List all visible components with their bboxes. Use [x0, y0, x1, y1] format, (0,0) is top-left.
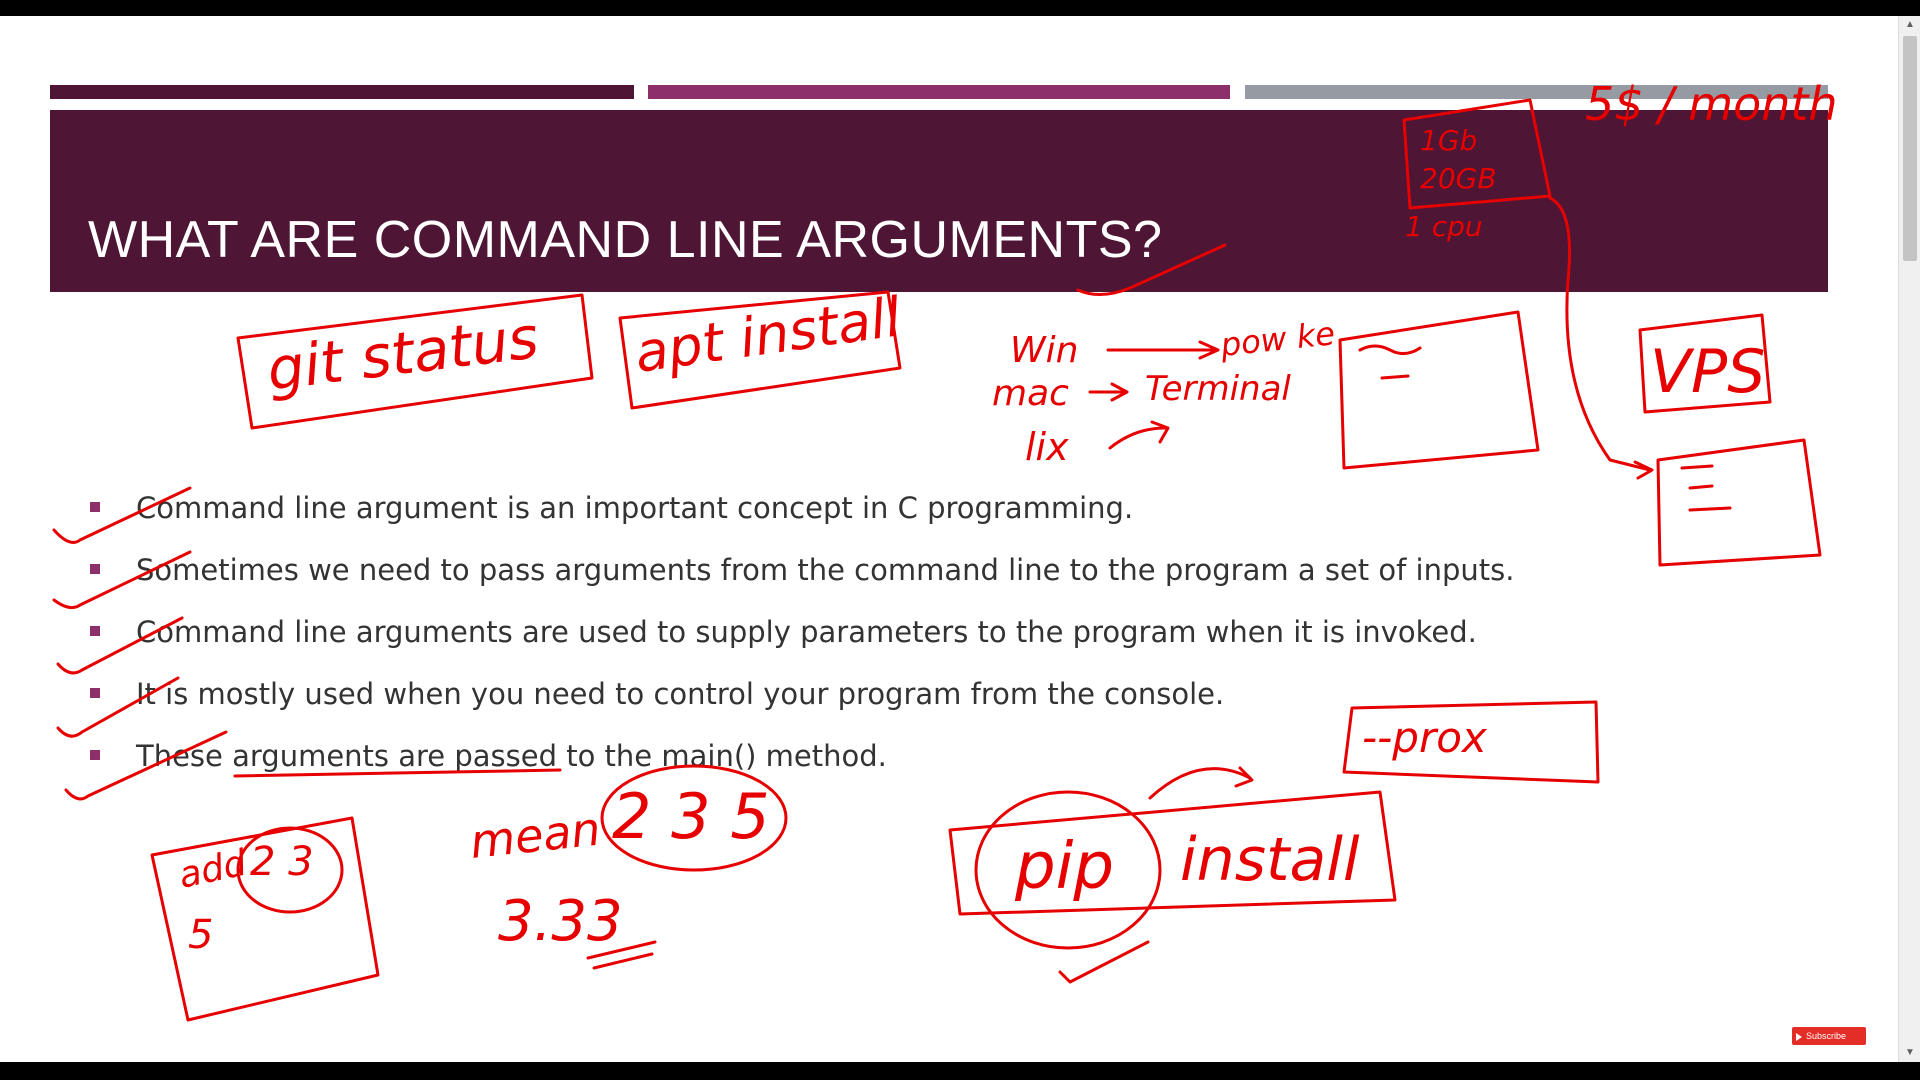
ink-terminal-lines [1358, 344, 1422, 380]
scroll-down-icon[interactable]: ▼ [1899, 1044, 1920, 1062]
bullet-marker-icon [90, 626, 100, 636]
bullet-text: It is mostly used when you need to contr… [136, 677, 1225, 711]
ink-arrow-mac [1088, 382, 1129, 402]
stripe-gray [1245, 85, 1828, 99]
bullet-marker-icon [90, 750, 100, 760]
ink-server-lines [1680, 464, 1732, 512]
slide-title: WHAT ARE COMMAND LINE ARGUMENTS? [88, 211, 1163, 269]
bullet-item: These arguments are passed to the main()… [88, 734, 1588, 796]
subscribe-button[interactable]: Subscribe [1792, 1027, 1866, 1045]
ink-circle-add [236, 826, 344, 914]
ink-powershell: pow ke [1218, 314, 1337, 364]
bullet-text: Command line arguments are used to suppl… [136, 615, 1477, 649]
ink-mean: mean [468, 802, 603, 869]
scroll-thumb[interactable] [1903, 36, 1917, 261]
ink-linux: lix [1025, 425, 1069, 469]
bullet-marker-icon [90, 564, 100, 574]
ink-box-terminal [1338, 310, 1540, 470]
ink-arrow-win [1106, 340, 1220, 360]
ink-box-vps [1638, 313, 1772, 414]
ink-add-result: 5 [188, 912, 213, 958]
stripe-dark [50, 85, 634, 99]
window-top-bar [0, 0, 1920, 16]
scroll-up-icon[interactable]: ▲ [1899, 16, 1920, 34]
bullet-marker-icon [90, 688, 100, 698]
bullet-marker-icon [90, 502, 100, 512]
ink-pip: pip [1014, 830, 1114, 904]
bullet-text: Sometimes we need to pass arguments from… [136, 553, 1515, 587]
ink-box-pip-install [948, 790, 1397, 916]
play-icon [1796, 1032, 1802, 1041]
bullet-item: Command line argument is an important co… [88, 486, 1588, 548]
bullet-list: Command line argument is an important co… [88, 486, 1588, 796]
ink-box-server [1656, 438, 1822, 567]
ink-win: Win [1010, 330, 1078, 371]
ink-circle-pip [974, 790, 1162, 950]
ink-add: add [175, 842, 251, 896]
ink-box-git-status [236, 293, 594, 430]
bullet-item: Command line arguments are used to suppl… [88, 610, 1588, 672]
ink-terminal: Terminal [1145, 369, 1291, 409]
ink-apt-install: apt install [631, 285, 905, 385]
vertical-scrollbar[interactable]: ▲ ▼ [1898, 16, 1920, 1062]
ink-git-status: git status [263, 303, 542, 404]
ink-box-apt-install [618, 290, 902, 410]
ink-pip-check [1058, 940, 1150, 984]
stripe-magenta [648, 85, 1230, 99]
ink-mean-result: 3.33 [498, 889, 623, 954]
ink-arrow-linux [1108, 420, 1170, 450]
window-bottom-bar [0, 1062, 1920, 1080]
subscribe-label: Subscribe [1806, 1031, 1847, 1041]
bullet-text: These arguments are passed to the main()… [136, 739, 887, 773]
bullet-item: Sometimes we need to pass arguments from… [88, 548, 1588, 610]
bullet-text: Command line argument is an important co… [136, 491, 1134, 525]
ink-mean-underline [586, 940, 657, 970]
ink-pip-install: install [1180, 825, 1360, 895]
ink-add-args: 2 3 [250, 839, 314, 885]
ink-mac: mac [992, 373, 1069, 414]
ink-box-add [150, 816, 380, 1022]
ink-vps: VPS [1650, 337, 1765, 407]
bullet-item: It is mostly used when you need to contr… [88, 672, 1588, 734]
